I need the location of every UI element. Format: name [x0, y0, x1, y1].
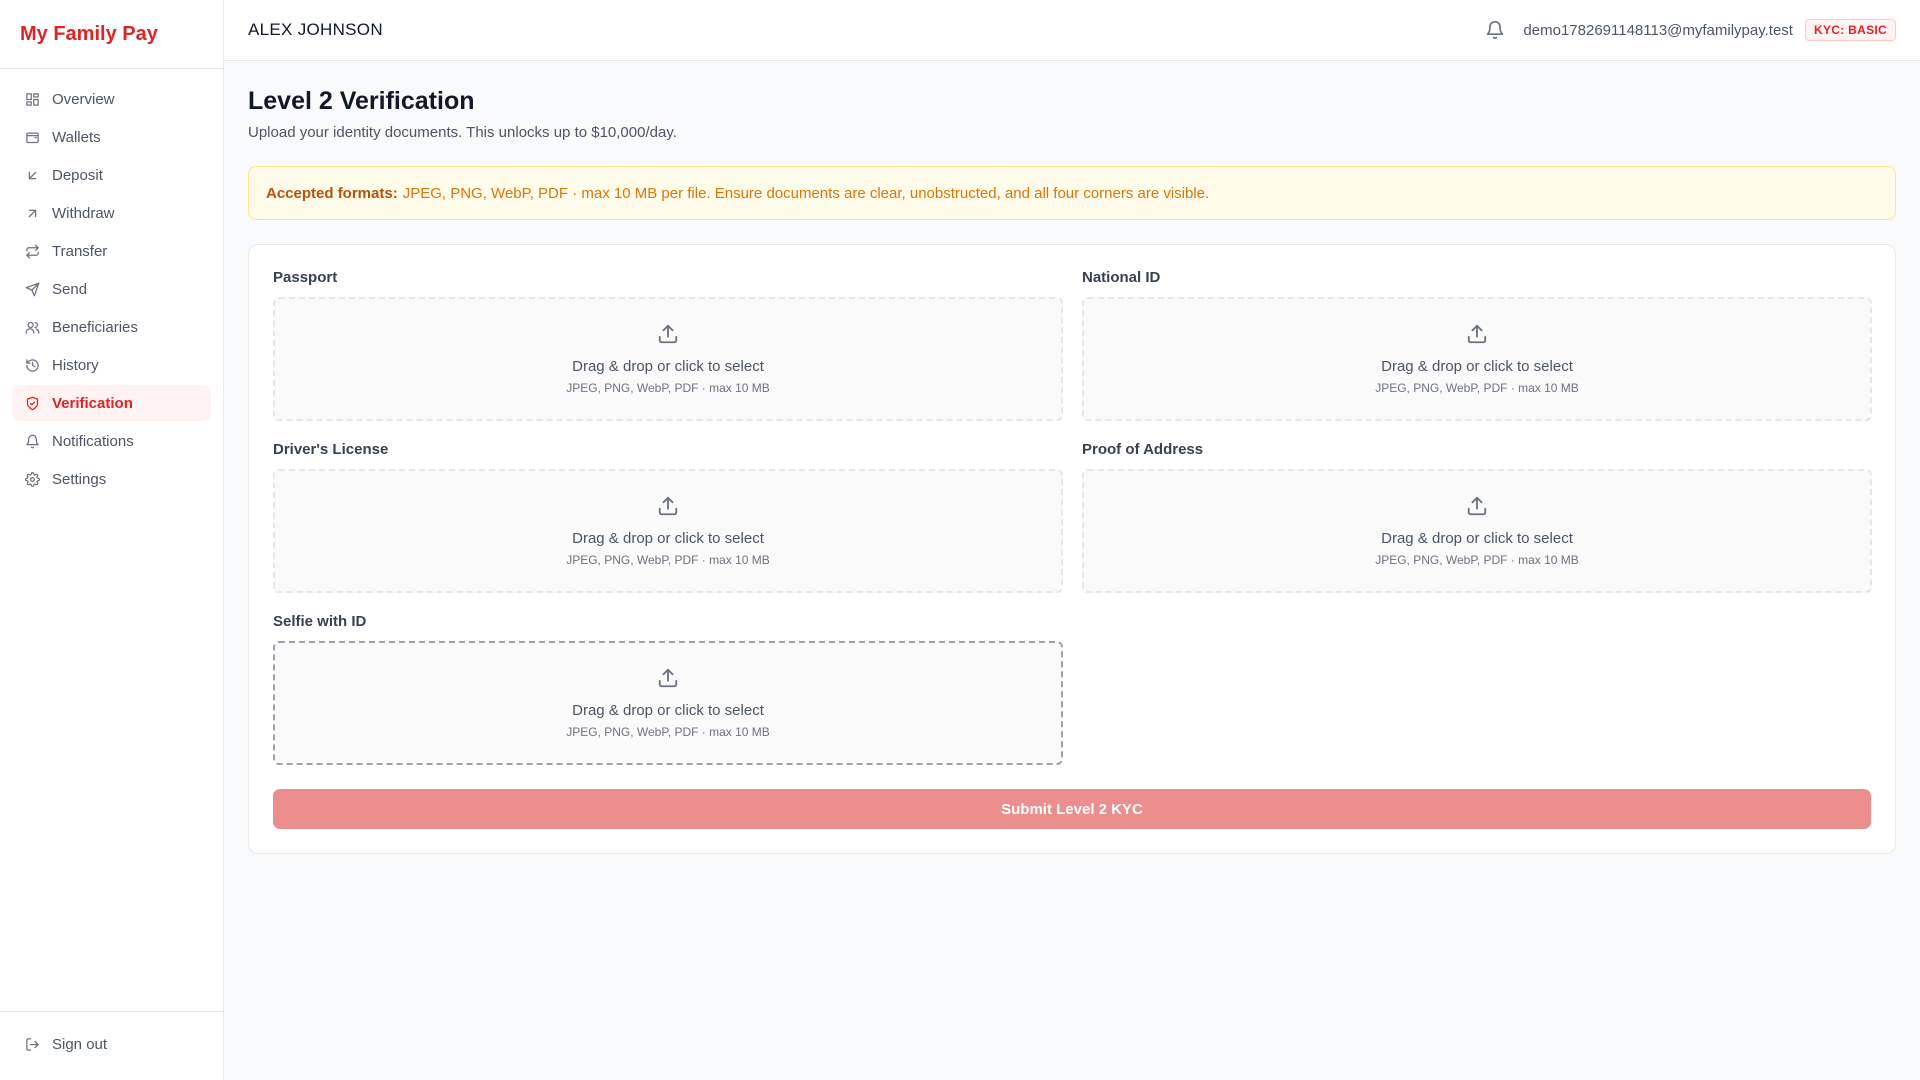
upload-slot-selfie-with-id: Selfie with ID Drag & drop or click to s…	[273, 613, 1063, 765]
dropzone-hint: JPEG, PNG, WebP, PDF · max 10 MB	[566, 381, 770, 395]
sidebar-item-withdraw[interactable]: Withdraw	[12, 195, 211, 231]
dropzone-prompt: Drag & drop or click to select	[572, 358, 764, 375]
sidebar-item-send[interactable]: Send	[12, 271, 211, 307]
notice-label: Accepted formats:	[266, 184, 398, 202]
gear-icon	[24, 471, 40, 487]
sidebar-item-label: Beneficiaries	[52, 318, 138, 336]
dropzone-hint: JPEG, PNG, WebP, PDF · max 10 MB	[566, 553, 770, 567]
proof-of-address-dropzone[interactable]: Drag & drop or click to select JPEG, PNG…	[1082, 469, 1872, 593]
shield-check-icon	[24, 395, 40, 411]
sidebar-item-notifications[interactable]: Notifications	[12, 423, 211, 459]
sidebar-item-label: Withdraw	[52, 204, 115, 222]
sidebar-item-wallets[interactable]: Wallets	[12, 119, 211, 155]
users-icon	[24, 319, 40, 335]
upload-icon	[657, 667, 679, 694]
repeat-icon	[24, 243, 40, 259]
passport-dropzone[interactable]: Drag & drop or click to select JPEG, PNG…	[273, 297, 1063, 421]
sidebar-item-overview[interactable]: Overview	[12, 81, 211, 117]
sidebar-item-beneficiaries[interactable]: Beneficiaries	[12, 309, 211, 345]
sidebar-item-label: Deposit	[52, 166, 103, 184]
user-email: demo1782691148113@myfamilypay.test	[1523, 21, 1793, 39]
upload-label: National ID	[1082, 269, 1161, 286]
sidebar-item-settings[interactable]: Settings	[12, 461, 211, 497]
upload-label: Proof of Address	[1082, 441, 1204, 458]
upload-label: Driver's License	[273, 441, 389, 458]
sidebar-nav: Overview Wallets Deposit Withdraw Transf…	[0, 69, 223, 497]
main-content: Level 2 Verification Upload your identit…	[248, 61, 1896, 854]
page-subtitle: Upload your identity documents. This unl…	[248, 124, 677, 141]
sidebar-item-label: Settings	[52, 470, 107, 488]
sign-out-button[interactable]: Sign out	[12, 1026, 211, 1062]
header-right: demo1782691148113@myfamilypay.test KYC: …	[1485, 19, 1896, 41]
sidebar-footer: Sign out	[0, 1011, 223, 1080]
notifications-bell-icon[interactable]	[1485, 20, 1505, 40]
dropzone-hint: JPEG, PNG, WebP, PDF · max 10 MB	[566, 725, 770, 739]
upload-icon	[657, 323, 679, 350]
submit-kyc-button[interactable]: Submit Level 2 KYC	[273, 789, 1871, 829]
sidebar-item-label: Send	[52, 280, 88, 298]
sidebar-item-deposit[interactable]: Deposit	[12, 157, 211, 193]
notice-text: JPEG, PNG, WebP, PDF · max 10 MB per fil…	[402, 184, 1210, 202]
dropzone-prompt: Drag & drop or click to select	[572, 530, 764, 547]
brand-logo[interactable]: My Family Pay	[0, 0, 223, 69]
bell-icon	[24, 433, 40, 449]
sidebar-item-label: Overview	[52, 90, 115, 108]
upload-label: Selfie with ID	[273, 613, 367, 630]
top-header: ALEX JOHNSON demo1782691148113@myfamilyp…	[224, 0, 1920, 61]
history-icon	[24, 357, 40, 373]
log-out-icon	[24, 1036, 40, 1052]
arrow-up-right-icon	[24, 205, 40, 221]
sidebar-item-history[interactable]: History	[12, 347, 211, 383]
dropzone-prompt: Drag & drop or click to select	[1381, 530, 1573, 547]
sidebar-item-transfer[interactable]: Transfer	[12, 233, 211, 269]
upload-slot-passport: Passport Drag & drop or click to select …	[273, 269, 1063, 421]
grid-icon	[24, 91, 40, 107]
sidebar-item-label: Notifications	[52, 432, 134, 450]
dropzone-hint: JPEG, PNG, WebP, PDF · max 10 MB	[1375, 553, 1579, 567]
upload-icon	[1466, 323, 1488, 350]
upload-slot-proof-of-address: Proof of Address Drag & drop or click to…	[1082, 441, 1872, 593]
sign-out-label: Sign out	[52, 1035, 108, 1053]
sidebar-item-label: Wallets	[52, 128, 101, 146]
dropzone-prompt: Drag & drop or click to select	[1381, 358, 1573, 375]
sidebar-item-label: Verification	[52, 394, 133, 412]
sidebar: My Family Pay Overview Wallets Deposit W…	[0, 0, 224, 1080]
sidebar-item-verification[interactable]: Verification	[12, 385, 211, 421]
selfie-with-id-dropzone[interactable]: Drag & drop or click to select JPEG, PNG…	[273, 641, 1063, 765]
wallet-icon	[24, 129, 40, 145]
sidebar-item-label: Transfer	[52, 242, 108, 260]
upload-slot-drivers-license: Driver's License Drag & drop or click to…	[273, 441, 1063, 593]
drivers-license-dropzone[interactable]: Drag & drop or click to select JPEG, PNG…	[273, 469, 1063, 593]
upload-slot-national-id: National ID Drag & drop or click to sele…	[1082, 269, 1872, 421]
national-id-dropzone[interactable]: Drag & drop or click to select JPEG, PNG…	[1082, 297, 1872, 421]
send-icon	[24, 281, 40, 297]
user-name: ALEX JOHNSON	[248, 20, 383, 39]
sidebar-item-label: History	[52, 356, 99, 374]
page-title: Level 2 Verification	[248, 87, 475, 115]
upload-icon	[1466, 495, 1488, 522]
accepted-formats-notice: Accepted formats: JPEG, PNG, WebP, PDF ·…	[248, 166, 1896, 220]
upload-label: Passport	[273, 269, 338, 286]
upload-icon	[657, 495, 679, 522]
dropzone-prompt: Drag & drop or click to select	[572, 702, 764, 719]
upload-card: Passport Drag & drop or click to select …	[248, 244, 1896, 854]
dropzone-hint: JPEG, PNG, WebP, PDF · max 10 MB	[1375, 381, 1579, 395]
arrow-down-left-icon	[24, 167, 40, 183]
kyc-status-badge: KYC: BASIC	[1804, 19, 1896, 41]
